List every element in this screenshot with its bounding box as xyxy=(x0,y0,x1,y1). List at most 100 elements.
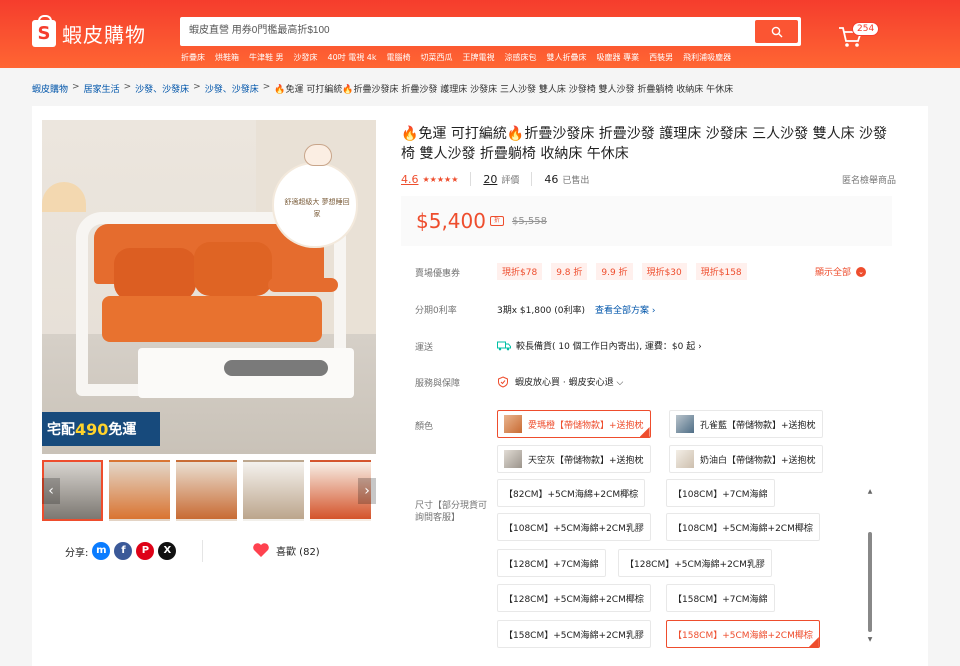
hotword-link[interactable]: 牛津鞋 男 xyxy=(249,52,284,63)
image-armrest xyxy=(268,278,338,292)
hotword-link[interactable]: 西裝男 xyxy=(649,52,673,63)
size-option[interactable]: 【128CM】+7CM海綿 xyxy=(497,549,606,577)
installment-label: 分期0利率 xyxy=(415,306,457,316)
chevron-down-icon: ⌄ xyxy=(856,266,867,277)
voucher-chip[interactable]: 9.8 折 xyxy=(551,263,588,280)
hotword-link[interactable]: 烘鞋箱 xyxy=(215,52,239,63)
scroll-up-arrow-icon[interactable]: ▲ xyxy=(866,488,874,495)
stats-divider xyxy=(531,172,533,186)
promo-number: 490 xyxy=(75,419,109,439)
color-option-label: 孔雀藍【帶儲物款】+送抱枕 xyxy=(700,420,816,431)
price-box: $5,400 折 $5,558 xyxy=(401,196,892,246)
search-input[interactable] xyxy=(189,23,739,34)
shipping-row[interactable]: 較長備貨( 10 個工作日內寄出), 運費：$0 起 › xyxy=(497,339,702,352)
color-option-cream[interactable]: 奶油白【帶儲物款】+送抱枕 xyxy=(669,445,823,473)
report-link[interactable]: 匿名檢舉商品 xyxy=(842,173,896,186)
hotword-link[interactable]: 王牌電視 xyxy=(463,52,495,63)
size-option[interactable]: 【128CM】+5CM海綿+2CM乳膠 xyxy=(618,549,772,577)
thumbnail-prev-arrow[interactable]: ‹ xyxy=(42,478,60,504)
image-drawer-handle xyxy=(224,360,328,376)
current-price: $5,400 xyxy=(416,209,486,233)
breadcrumb-separator: > xyxy=(262,82,271,92)
show-all-vouchers[interactable]: 顯示全部 ⌄ xyxy=(815,265,867,278)
voucher-chip[interactable]: 9.9 折 xyxy=(596,263,633,280)
breadcrumb-current: 🔥免運 可打編統🔥折疊沙發床 折疊沙發 護理床 沙發床 三人沙發 雙人床 沙發椅… xyxy=(274,85,734,95)
installment-link[interactable]: 查看全部方案 › xyxy=(595,303,655,316)
hotword-link[interactable]: 沙發床 xyxy=(294,52,318,63)
hotword-link[interactable]: 電腦椅 xyxy=(387,52,411,63)
size-label: 尺寸【部分現貨可詢問客服】 xyxy=(415,501,488,523)
search-button[interactable] xyxy=(755,20,798,43)
thumbnail[interactable] xyxy=(109,460,170,521)
thumbnail-next-arrow[interactable]: › xyxy=(358,478,376,504)
color-option-grey[interactable]: 天空灰【帶儲物款】+送抱枕 xyxy=(497,445,651,473)
rating-stars: ★★★★★ xyxy=(422,174,459,184)
installment-row: 3期x $1,800 (0利率) 查看全部方案 › xyxy=(497,303,655,316)
like-count: 喜歡 (82) xyxy=(276,546,320,558)
share-label: 分享: xyxy=(65,547,89,559)
guarantee-value: 蝦皮放心買 · 蝦皮安心退 ⌵ xyxy=(515,378,624,388)
pinterest-icon[interactable]: P xyxy=(136,542,155,560)
breadcrumb-separator: > xyxy=(72,82,80,92)
thumbnail[interactable] xyxy=(176,460,237,521)
hot-keywords: 折疊床 烘鞋箱 牛津鞋 男 沙發床 40吋 電視 4k 電腦椅 切菜西瓜 王牌電… xyxy=(181,52,731,63)
size-option[interactable]: 【108CM】+5CM海綿+2CM椰棕 xyxy=(666,513,820,541)
cart-count-badge: 254 xyxy=(852,22,880,36)
image-pillow xyxy=(114,248,196,300)
shopee-logo[interactable]: S 蝦皮購物 xyxy=(32,15,146,48)
size-option[interactable]: 【108CM】+5CM海綿+2CM乳膠 xyxy=(497,513,651,541)
scroll-down-arrow-icon[interactable]: ▼ xyxy=(866,636,874,643)
image-pillow xyxy=(194,242,272,296)
size-option[interactable]: 【128CM】+5CM海綿+2CM椰棕 xyxy=(497,584,651,612)
search-icon xyxy=(771,26,782,37)
review-count[interactable]: 20 xyxy=(483,173,497,186)
image-sofa-seat xyxy=(102,296,322,342)
size-option-selected[interactable]: 【158CM】+5CM海綿+2CM椰棕 xyxy=(666,620,820,648)
hotword-link[interactable]: 折疊床 xyxy=(181,52,205,63)
rating-score[interactable]: 4.6 xyxy=(401,173,419,186)
size-list-scrollbar[interactable]: ▲ ▼ xyxy=(866,488,874,644)
breadcrumb-subcategory[interactable]: 沙發、沙發床 xyxy=(205,82,259,95)
product-main-image[interactable]: 舒適超級大 夢想睡回家 xyxy=(42,120,376,454)
cat-illustration-icon xyxy=(304,144,332,166)
like-button[interactable]: 喜歡 (82) xyxy=(252,542,320,558)
thumbnail[interactable] xyxy=(243,460,304,521)
hotword-link[interactable]: 切菜西瓜 xyxy=(421,52,453,63)
guarantee-label: 服務與保障 xyxy=(415,379,461,389)
hotword-link[interactable]: 飛利浦吸塵器 xyxy=(683,52,731,63)
breadcrumb-category[interactable]: 居家生活 xyxy=(84,82,120,95)
shield-icon xyxy=(498,375,508,388)
hotword-link[interactable]: 吸塵器 專業 xyxy=(597,52,640,63)
size-option[interactable]: 【82CM】+5CM海綿+2CM椰棕 xyxy=(497,479,646,507)
swatch-thumbnail xyxy=(676,415,694,433)
size-option[interactable]: 【108CM】+7CM海綿 xyxy=(666,479,775,507)
hotword-link[interactable]: 雙人折疊床 xyxy=(547,52,587,63)
image-cloud-text: 舒適超級大 夢想睡回家 xyxy=(284,198,350,218)
x-twitter-icon[interactable]: X xyxy=(158,542,177,560)
review-label: 評價 xyxy=(501,175,520,186)
voucher-chip[interactable]: 現折$78 xyxy=(497,263,543,280)
size-option[interactable]: 【158CM】+7CM海綿 xyxy=(666,584,775,612)
messenger-icon[interactable]: m xyxy=(92,542,111,560)
color-option-orange[interactable]: 愛瑪橙【帶儲物款】+送抱枕 xyxy=(497,410,651,438)
guarantee-row[interactable]: 蝦皮放心買 · 蝦皮安心退 ⌵ xyxy=(497,375,623,388)
share-divider xyxy=(202,540,203,562)
sold-count: 46 xyxy=(544,172,559,186)
truck-icon xyxy=(497,341,511,350)
shipping-value: 較長備貨( 10 個工作日內寄出), 運費：$0 起 › xyxy=(516,342,702,352)
voucher-chip[interactable]: 現折$158 xyxy=(695,263,747,280)
scroll-thumb[interactable] xyxy=(868,532,872,632)
color-option-label: 天空灰【帶儲物款】+送抱枕 xyxy=(528,455,644,466)
color-option-label: 愛瑪橙【帶儲物款】+送抱枕 xyxy=(528,420,644,431)
size-option[interactable]: 【158CM】+5CM海綿+2CM乳膠 xyxy=(497,620,651,648)
hotword-link[interactable]: 涼感床包 xyxy=(505,52,537,63)
breadcrumb-subcategory[interactable]: 沙發、沙發床 xyxy=(135,82,189,95)
breadcrumb-home[interactable]: 蝦皮購物 xyxy=(32,82,68,95)
color-option-label: 奶油白【帶儲物款】+送抱枕 xyxy=(700,455,816,466)
voucher-chip[interactable]: 現折$30 xyxy=(641,263,687,280)
facebook-icon[interactable]: f xyxy=(114,542,133,560)
hotword-link[interactable]: 40吋 電視 4k xyxy=(328,52,377,63)
heart-icon xyxy=(253,543,269,557)
color-option-blue[interactable]: 孔雀藍【帶儲物款】+送抱枕 xyxy=(669,410,823,438)
sold-label: 已售出 xyxy=(562,175,590,186)
